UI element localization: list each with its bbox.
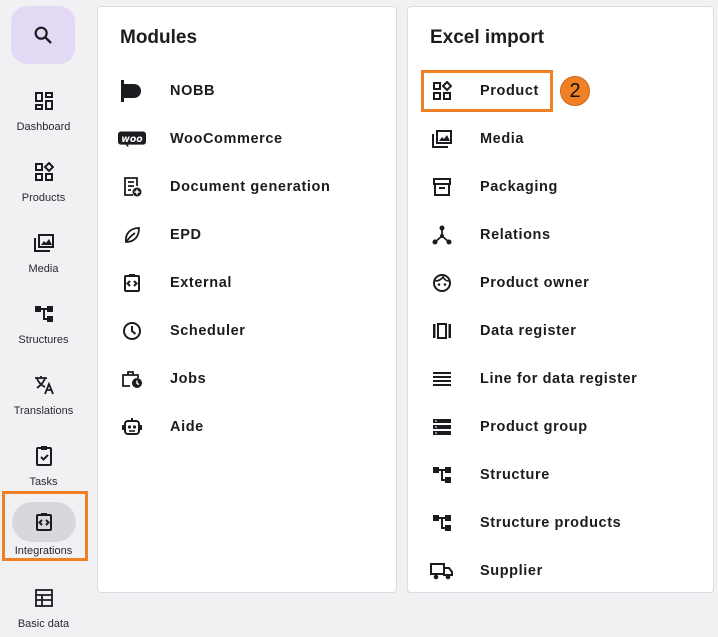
highlight-integrations <box>2 491 88 561</box>
module-item-jobs[interactable]: Jobs <box>98 357 396 401</box>
search-icon <box>32 24 54 46</box>
work-history-icon <box>118 365 146 393</box>
media-icon <box>428 125 456 153</box>
clock-icon <box>118 317 146 345</box>
module-item-document-generation[interactable]: Document generation <box>98 165 396 209</box>
tasks-icon <box>16 439 72 473</box>
module-item-epd[interactable]: EPD <box>98 213 396 257</box>
excel-label: Media <box>480 131 525 147</box>
rail-label: Tasks <box>29 476 58 488</box>
module-item-nobb[interactable]: NOBB <box>98 69 396 113</box>
dashboard-icon <box>16 84 72 118</box>
rail-item-translations[interactable]: Translations <box>0 362 87 433</box>
rail-label: Translations <box>13 405 74 417</box>
basic-data-icon <box>16 581 72 615</box>
rail-label: Basic data <box>17 618 70 630</box>
rail-label: Dashboard <box>16 121 71 133</box>
truck-icon <box>428 557 456 585</box>
module-label: NOBB <box>170 83 216 99</box>
archive-box-icon <box>428 173 456 201</box>
excel-item-line-for-data-register[interactable]: Line for data register <box>408 357 713 401</box>
excel-import-title: Excel import <box>430 27 545 48</box>
excel-item-data-register[interactable]: Data register <box>408 309 713 353</box>
excel-label: Line for data register <box>480 371 638 387</box>
excel-item-structure-products[interactable]: Structure products <box>408 501 713 545</box>
structure-icon <box>428 509 456 537</box>
lines-icon <box>428 365 456 393</box>
search-button[interactable] <box>11 6 75 64</box>
rail-item-products[interactable]: Products <box>0 149 87 220</box>
excel-label: Structure products <box>480 515 622 531</box>
module-item-scheduler[interactable]: Scheduler <box>98 309 396 353</box>
rail-item-structures[interactable]: Structures <box>0 291 87 362</box>
structures-icon <box>16 297 72 331</box>
module-label: Aide <box>170 419 204 435</box>
module-label: Jobs <box>170 371 207 387</box>
excel-label: Product group <box>480 419 588 435</box>
highlight-product <box>421 70 553 112</box>
callout-badge-2: 2 <box>560 76 590 106</box>
external-code-icon <box>118 269 146 297</box>
translate-icon <box>16 368 72 402</box>
leaf-icon <box>118 221 146 249</box>
module-label: WooCommerce <box>170 131 283 147</box>
products-icon <box>16 155 72 189</box>
rail-item-media[interactable]: Media <box>0 220 87 291</box>
modules-title: Modules <box>120 27 198 48</box>
rail-label: Products <box>21 192 66 204</box>
document-add-icon <box>118 173 146 201</box>
module-item-aide[interactable]: Aide <box>98 405 396 449</box>
hub-icon <box>428 221 456 249</box>
excel-label: Supplier <box>480 563 543 579</box>
excel-label: Data register <box>480 323 577 339</box>
excel-item-structure[interactable]: Structure <box>408 453 713 497</box>
module-label: EPD <box>170 227 202 243</box>
columns-icon <box>428 317 456 345</box>
modules-card: Modules NOBB woo WooCommerce Document ge… <box>97 6 397 593</box>
nobb-icon <box>118 77 146 105</box>
face-icon <box>428 269 456 297</box>
woocommerce-icon: woo <box>118 125 146 153</box>
module-item-woocommerce[interactable]: woo WooCommerce <box>98 117 396 161</box>
rail-label: Structures <box>18 334 69 346</box>
excel-item-relations[interactable]: Relations <box>408 213 713 257</box>
excel-label: Structure <box>480 467 550 483</box>
module-label: External <box>170 275 233 291</box>
robot-icon <box>118 413 146 441</box>
excel-item-media[interactable]: Media <box>408 117 713 161</box>
rail-item-basic-data[interactable]: Basic data <box>0 575 87 637</box>
excel-item-packaging[interactable]: Packaging <box>408 165 713 209</box>
svg-text:woo: woo <box>121 134 143 145</box>
excel-item-supplier[interactable]: Supplier <box>408 549 713 593</box>
module-item-external[interactable]: External <box>98 261 396 305</box>
excel-label: Product owner <box>480 275 590 291</box>
excel-label: Packaging <box>480 179 558 195</box>
media-icon <box>16 226 72 260</box>
excel-label: Relations <box>480 227 551 243</box>
module-label: Scheduler <box>170 323 246 339</box>
list-group-icon <box>428 413 456 441</box>
module-label: Document generation <box>170 179 331 195</box>
rail-label: Media <box>28 263 59 275</box>
structure-icon <box>428 461 456 489</box>
excel-item-product-owner[interactable]: Product owner <box>408 261 713 305</box>
rail-item-dashboard[interactable]: Dashboard <box>0 78 87 149</box>
excel-item-product-group[interactable]: Product group <box>408 405 713 449</box>
